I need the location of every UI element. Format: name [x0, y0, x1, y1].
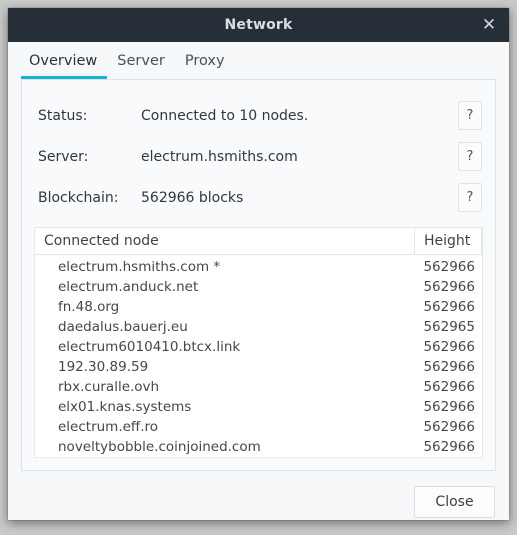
cell-height: 562966	[423, 399, 475, 415]
cell-height: 562966	[423, 359, 475, 375]
tab-server[interactable]: Server	[107, 53, 175, 79]
table-header: Connected node Height	[35, 228, 482, 255]
cell-node: elx01.knas.systems	[58, 399, 192, 415]
close-button[interactable]: Close	[414, 486, 495, 518]
table-row[interactable]: rbx.curalle.ovh 562966	[35, 377, 482, 397]
cell-node: electrum.hsmiths.com *	[58, 259, 221, 275]
cell-height: 562966	[423, 439, 475, 455]
overview-panel: Status: Connected to 10 nodes. ? Server:…	[21, 79, 496, 471]
table-body: electrum.hsmiths.com * 562966 electrum.and…	[35, 255, 482, 457]
blockchain-value: 562966 blocks	[141, 189, 244, 206]
info-rows: Status: Connected to 10 nodes. ? Server:…	[34, 90, 483, 227]
table-row[interactable]: fn.48.org 562966	[35, 297, 482, 317]
cell-node: 192.30.89.59	[58, 359, 149, 375]
table-row[interactable]: electrum6010410.btcx.link 562966	[35, 337, 482, 357]
column-header-height[interactable]: Height	[414, 228, 482, 254]
title-bar: Network ✕	[8, 8, 509, 42]
server-row: Server: electrum.hsmiths.com ?	[34, 136, 483, 177]
server-help-button[interactable]: ?	[458, 142, 482, 171]
status-label: Status:	[38, 107, 88, 124]
cell-node: rbx.curalle.ovh	[58, 379, 160, 395]
network-dialog: Network ✕ Overview Server Proxy Status: …	[8, 8, 509, 520]
status-row: Status: Connected to 10 nodes. ?	[34, 95, 483, 136]
blockchain-help-button[interactable]: ?	[458, 183, 482, 212]
table-row[interactable]: electrum.anduck.net 562966	[35, 277, 482, 297]
table-row[interactable]: daedalus.bauerj.eu 562965	[35, 317, 482, 337]
cell-height: 562966	[423, 419, 475, 435]
cell-node: fn.48.org	[58, 299, 120, 315]
status-help-button[interactable]: ?	[458, 101, 482, 130]
table-row[interactable]: electrum.hsmiths.com * 562966	[35, 257, 482, 277]
cell-node: electrum.anduck.net	[58, 279, 199, 295]
cell-node: daedalus.bauerj.eu	[58, 319, 188, 335]
server-value: electrum.hsmiths.com	[141, 148, 298, 165]
cell-height: 562966	[423, 259, 475, 275]
window-title: Network	[224, 17, 293, 33]
blockchain-label: Blockchain:	[38, 189, 119, 206]
tab-overview[interactable]: Overview	[21, 53, 108, 79]
cell-node: electrum6010410.btcx.link	[58, 339, 241, 355]
cell-height: 562966	[423, 379, 475, 395]
dialog-footer: Close	[21, 475, 496, 520]
tab-bar: Overview Server Proxy	[21, 42, 496, 79]
cell-node: noveltybobble.coinjoined.com	[58, 439, 261, 455]
blockchain-row: Blockchain: 562966 blocks ?	[34, 177, 483, 218]
cell-height: 562966	[423, 299, 475, 315]
table-row[interactable]: noveltybobble.coinjoined.com 562966	[35, 437, 482, 457]
table-row[interactable]: elx01.knas.systems 562966	[35, 397, 482, 417]
dialog-body: Overview Server Proxy Status: Connected …	[8, 42, 509, 520]
cell-height: 562965	[423, 319, 475, 335]
column-header-node[interactable]: Connected node	[35, 228, 414, 254]
table-row[interactable]: electrum.eff.ro 562966	[35, 417, 482, 437]
close-icon[interactable]: ✕	[469, 8, 509, 42]
tab-proxy[interactable]: Proxy	[175, 53, 235, 79]
status-value: Connected to 10 nodes.	[141, 107, 309, 124]
cell-height: 562966	[423, 279, 475, 295]
connected-nodes-table: Connected node Height electrum.hsmiths.c…	[34, 227, 483, 458]
server-label: Server:	[38, 148, 89, 165]
cell-height: 562966	[423, 339, 475, 355]
cell-node: electrum.eff.ro	[58, 419, 159, 435]
table-row[interactable]: 192.30.89.59 562966	[35, 357, 482, 377]
